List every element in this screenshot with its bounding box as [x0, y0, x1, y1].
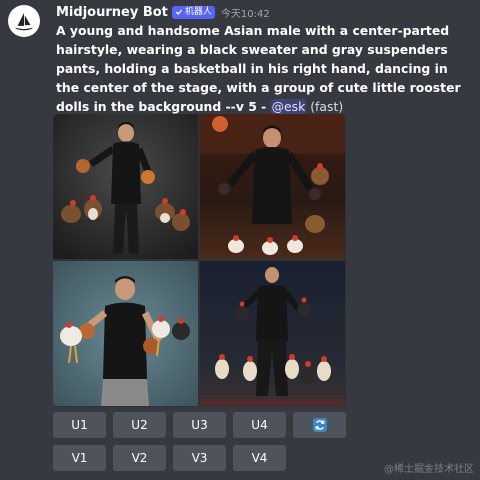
v4-button[interactable]: V4	[233, 445, 286, 471]
image-tile-1[interactable]	[53, 114, 198, 259]
variation-row: V1 V2 V3 V4	[53, 445, 346, 471]
message-content: A young and handsome Asian male with a c…	[56, 21, 466, 116]
speed-label: (fast)	[306, 99, 344, 114]
bot-name[interactable]: Midjourney Bot	[56, 5, 168, 20]
timestamp: 今天10:42	[220, 8, 270, 20]
refresh-icon	[312, 418, 327, 432]
image-tile-4[interactable]	[200, 261, 345, 406]
reroll-button[interactable]	[293, 412, 346, 438]
prompt-dash: -	[256, 99, 271, 114]
bot-badge-label: 机器人	[184, 6, 212, 17]
upscale-row: U1 U2 U3 U4	[53, 412, 346, 438]
bot-avatar[interactable]	[8, 5, 40, 37]
image-grid[interactable]	[53, 114, 346, 407]
u1-button[interactable]: U1	[53, 412, 106, 438]
user-mention[interactable]: @esk	[270, 99, 307, 114]
watermark: @稀土掘金技术社区	[384, 464, 474, 475]
image-tile-2[interactable]	[200, 114, 345, 259]
u4-button[interactable]: U4	[233, 412, 286, 438]
message-header: Midjourney Bot 机器人 今天10:42	[56, 4, 472, 20]
v3-button[interactable]: V3	[173, 445, 226, 471]
v2-button[interactable]: V2	[113, 445, 166, 471]
bot-badge: 机器人	[171, 5, 215, 19]
checkmark-icon	[175, 9, 183, 15]
midjourney-sailboat-icon	[15, 12, 33, 31]
action-buttons: U1 U2 U3 U4 V1 V2 V3 V4	[53, 412, 346, 478]
u3-button[interactable]: U3	[173, 412, 226, 438]
image-tile-3[interactable]	[53, 261, 198, 406]
v1-button[interactable]: V1	[53, 445, 106, 471]
u2-button[interactable]: U2	[113, 412, 166, 438]
